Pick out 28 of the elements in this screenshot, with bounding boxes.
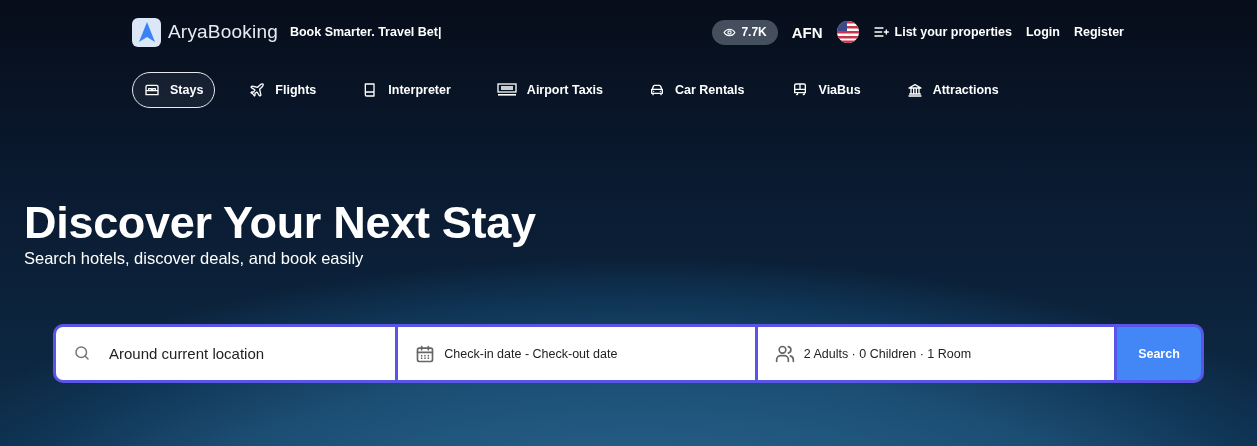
currency-selector[interactable]: AFN (791, 23, 823, 41)
nav-tab[interactable]: Flights (237, 72, 329, 108)
plane-icon (249, 82, 266, 98)
taxi-sign-icon (496, 83, 517, 97)
nav-tab[interactable]: Stays (132, 72, 216, 108)
people-icon (774, 343, 795, 364)
car-icon (649, 82, 666, 98)
list-properties-link[interactable]: List your properties (872, 24, 1012, 40)
hero-title: Discover Your Next Stay (24, 199, 537, 247)
hero-subtitle: Search hotels, discover deals, and book easily (24, 249, 365, 268)
list-plus-icon (872, 24, 889, 40)
calendar-icon (415, 343, 436, 364)
guests-selector[interactable]: 2 Adults · 0 Children · 1 Room (757, 327, 1114, 380)
header-link[interactable]: Login (1025, 24, 1060, 40)
nav-tab[interactable]: Interpreter (350, 72, 463, 108)
nav-tab[interactable]: Car Rentals (637, 72, 757, 108)
date-range-picker[interactable]: Check-in date - Check-out date (398, 327, 755, 380)
search-icon (73, 344, 91, 362)
header-link[interactable]: Register (1073, 24, 1124, 40)
nav-tab[interactable]: Airport Taxis (484, 72, 616, 108)
museum-icon (906, 82, 923, 98)
location-field[interactable]: Around current location (56, 327, 396, 380)
tagline: Book Smarter. Travel Bet| (289, 25, 442, 39)
logo-icon[interactable] (132, 17, 161, 47)
nav-tab[interactable]: Attractions (894, 72, 1011, 108)
brand-name: AryaBooking (168, 21, 278, 43)
bed-icon (144, 82, 160, 98)
nav-tab[interactable]: ViaBus (778, 72, 873, 108)
